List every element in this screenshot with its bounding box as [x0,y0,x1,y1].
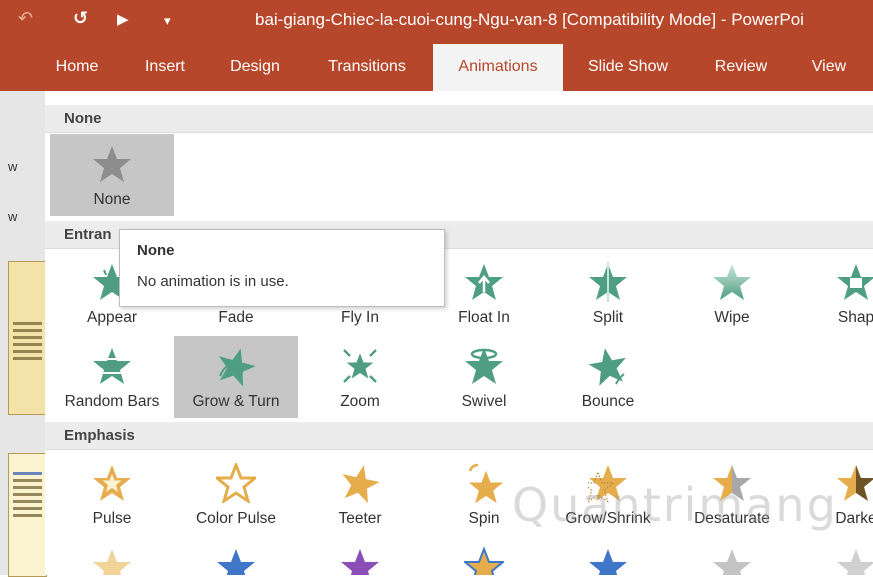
animation-label: Zoom [340,393,380,410]
animation-label: Fade [218,309,254,326]
star-icon [217,549,255,575]
tab-home[interactable]: Home [38,42,116,91]
undo-icon[interactable]: ↶ [18,8,33,28]
pulse-star-icon [93,465,131,501]
slide-thumbnail[interactable] [8,453,47,577]
swivel-star-icon [465,348,503,384]
ribbon-fragment-text: w [8,209,18,224]
tooltip-none: None No animation is in use. [119,229,445,307]
none-star-icon [93,146,131,182]
animation-label: Pulse [92,510,132,527]
title-bar: ↶ ↺ ▶ ▾ bai-giang-Chiec-la-cuoi-cung-Ngu… [0,0,873,42]
star-icon [341,549,379,575]
animation-label: Float In [458,309,510,326]
animation-partial[interactable] [670,537,794,575]
star-icon [93,549,131,575]
animation-swivel[interactable]: Swivel [422,336,546,418]
tab-view[interactable]: View [796,42,862,91]
animation-label: Grow & Turn [192,393,280,410]
animation-label: Appear [87,309,137,326]
animation-none[interactable]: None [50,134,174,216]
animation-color-pulse[interactable]: Color Pulse [174,453,298,535]
animation-partial[interactable] [422,537,546,575]
animation-bounce[interactable]: Bounce [546,336,670,418]
animation-shape[interactable]: Shap [794,252,873,334]
darken-star-icon [837,465,873,501]
animation-grow-turn[interactable]: Grow & Turn [174,336,298,418]
customize-quick-access-icon[interactable]: ▾ [164,11,171,31]
animation-label: Shap [837,309,873,326]
animation-teeter[interactable]: Teeter [298,453,422,535]
tab-animations[interactable]: Animations [433,44,563,91]
tab-slide-show[interactable]: Slide Show [572,42,684,91]
animation-partial[interactable] [794,537,873,575]
tooltip-description: No animation is in use. [137,273,289,290]
slide-thumbnail-pane: w w [0,91,47,577]
wipe-star-icon [713,264,751,300]
section-header-emphasis: Emphasis [45,422,873,450]
animation-partial[interactable] [298,537,422,575]
tooltip-title: None [137,242,175,259]
tab-insert[interactable]: Insert [126,42,204,91]
float-in-star-icon [465,264,503,300]
tab-design[interactable]: Design [214,42,296,91]
animation-label: Split [592,309,624,326]
star-icon [713,549,751,575]
zoom-star-icon [343,349,377,383]
split-star-icon [589,262,627,302]
bounce-star-icon [588,346,628,386]
animation-label: None [93,191,131,208]
animation-label: Random Bars [64,393,160,410]
animation-label: Fly In [341,309,379,326]
animation-label: Wipe [714,309,750,326]
animation-random-bars[interactable]: Random Bars [50,336,174,418]
section-label: Emphasis [64,427,135,444]
ribbon-fragment-text: w [8,159,18,174]
animation-wipe[interactable]: Wipe [670,252,794,334]
document-title: bai-giang-Chiec-la-cuoi-cung-Ngu-van-8 [… [255,10,804,29]
ribbon-tabs: Home Insert Design Transitions Animation… [0,42,873,91]
animation-label: Swivel [461,393,507,410]
animation-split[interactable]: Split [546,252,670,334]
star-icon [464,548,504,575]
star-icon [589,549,627,575]
animation-partial[interactable] [174,537,298,575]
star-icon [837,549,873,575]
spin-star-icon [468,463,504,503]
teeter-star-icon [340,463,380,503]
grow-turn-star-icon [216,346,256,386]
watermark-logo: Quantrimang [512,478,838,532]
shape-star-icon [837,264,873,300]
animation-label: Bounce [581,393,635,410]
slide-thumbnail[interactable] [8,261,47,415]
section-label: None [64,110,102,127]
start-presentation-icon[interactable]: ▶ [117,10,129,30]
tab-review[interactable]: Review [698,42,784,91]
animation-partial[interactable] [546,537,670,575]
redo-icon[interactable]: ↺ [73,8,88,28]
color-pulse-star-icon [216,463,256,503]
animation-partial[interactable] [50,537,174,575]
animation-label: Color Pulse [195,510,277,527]
tab-transitions[interactable]: Transitions [310,42,424,91]
animation-zoom[interactable]: Zoom [298,336,422,418]
random-bars-star-icon [92,348,132,384]
animation-label: Teeter [338,510,382,527]
section-header-none: None [45,105,873,133]
section-label: Entran [64,226,112,243]
animation-pulse[interactable]: Pulse [50,453,174,535]
